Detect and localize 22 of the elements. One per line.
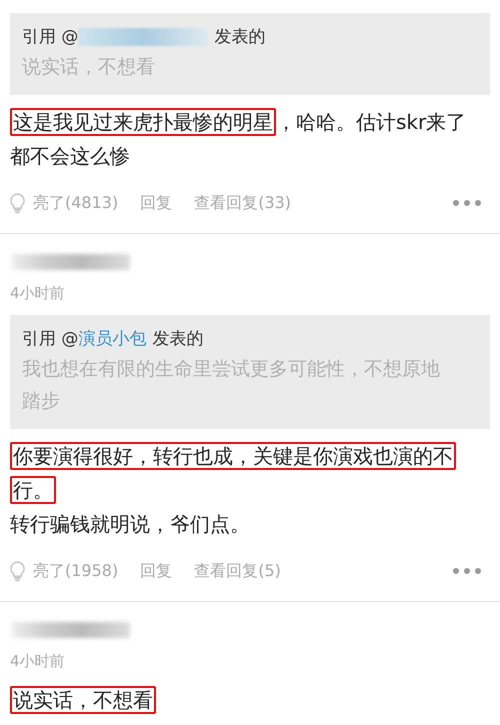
more-icon[interactable] [452, 567, 482, 575]
quote-label: 发表的 [152, 328, 204, 351]
quote-label: 引用 @ [22, 328, 78, 351]
more-icon[interactable] [452, 199, 482, 207]
quote-text: 说实话，不想看 [22, 55, 156, 80]
like-count[interactable]: 亮了(1958) [33, 560, 118, 582]
reply-link[interactable]: 回复 [140, 560, 172, 582]
comment-text: 这是我见过来虎扑最惨的明星，哈哈。估计skr来了都不会这么惨 [10, 107, 468, 170]
comment-text: 说实话，不想看 [10, 683, 490, 717]
post-time: 4小时前 [10, 652, 66, 671]
quote-label: 引用 @ [22, 26, 78, 49]
lightbulb-icon[interactable] [10, 192, 25, 214]
post-time: 4小时前 [10, 284, 66, 303]
quote-text: 我也想在有限的生命里尝试更多可能性，不想原地踏步 [22, 357, 441, 414]
view-replies-link[interactable]: 查看回复(5) [194, 560, 281, 582]
view-replies-link[interactable]: 查看回复(33) [194, 192, 292, 214]
comment-text: 转行骗钱就明说，爷们点。 [10, 511, 251, 538]
lightbulb-icon[interactable] [10, 560, 25, 582]
quote-label: 发表的 [214, 26, 266, 49]
username-link[interactable]: 演员小包 [78, 325, 146, 353]
like-count[interactable]: 亮了(4813) [33, 192, 118, 214]
reply-link[interactable]: 回复 [140, 192, 172, 214]
